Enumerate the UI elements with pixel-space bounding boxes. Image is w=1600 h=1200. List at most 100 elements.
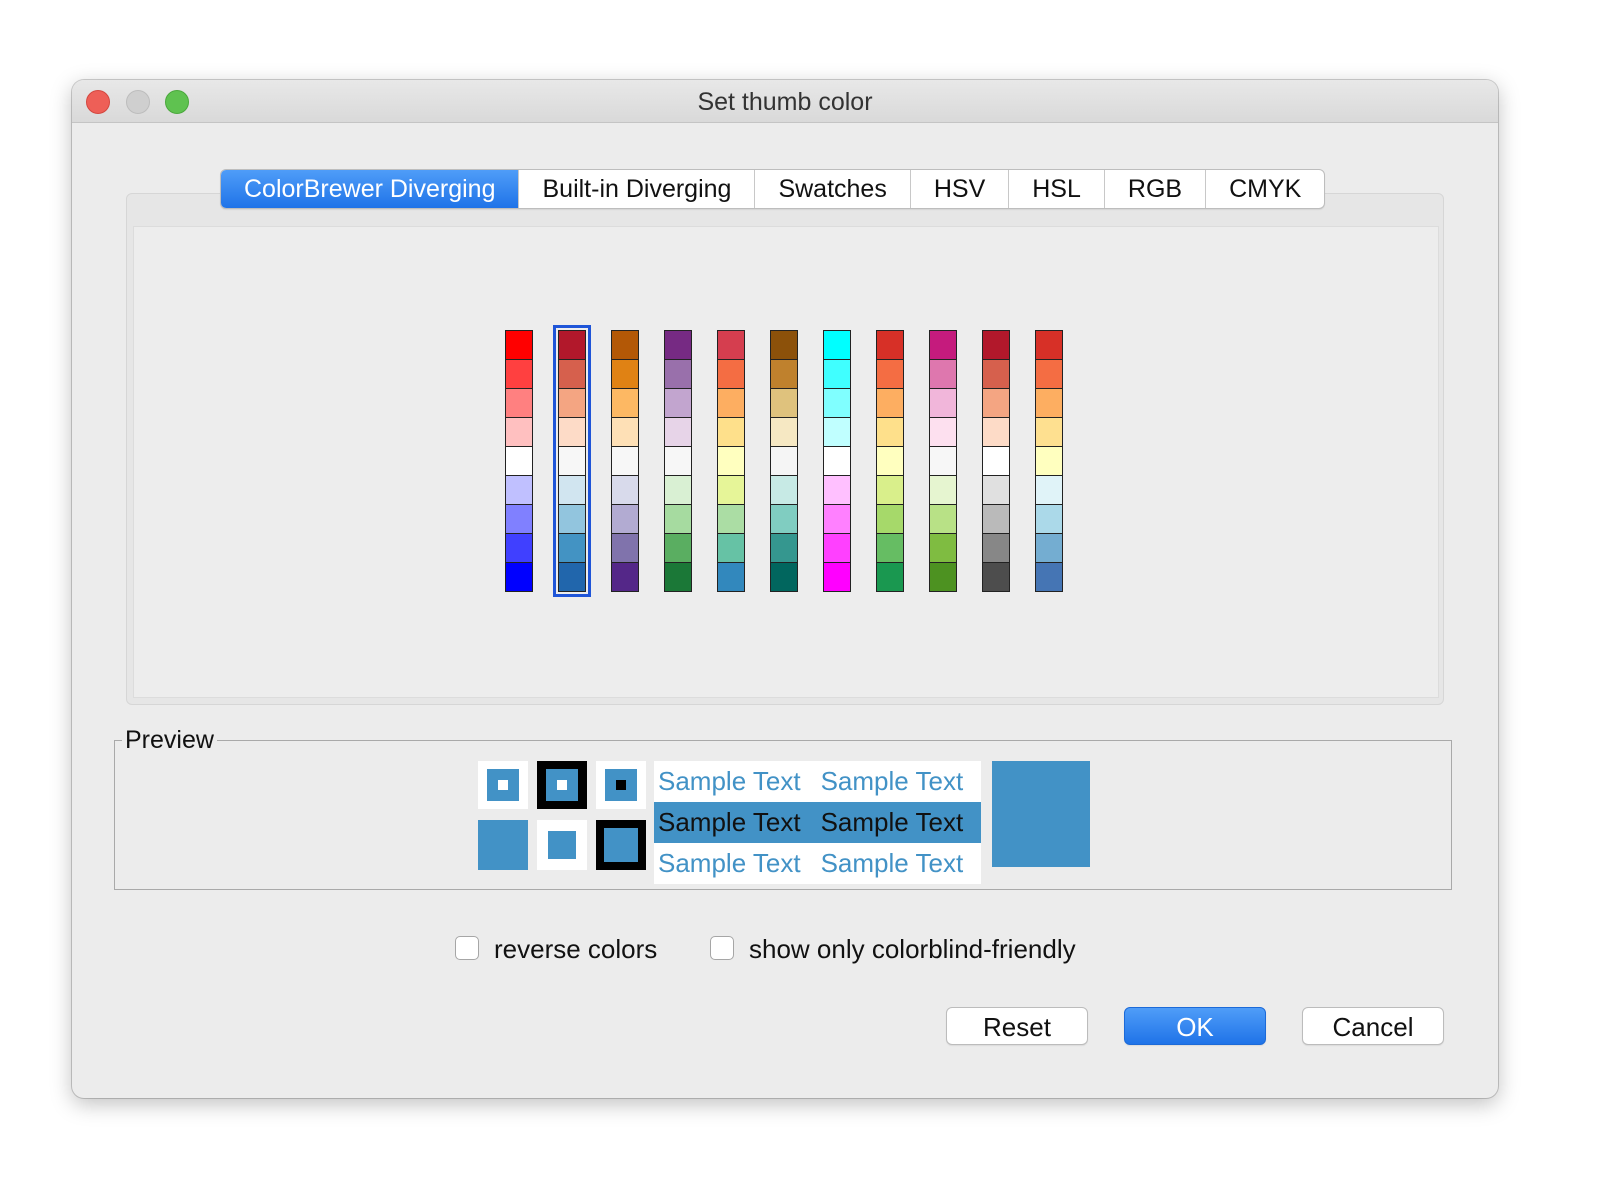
tab-colorbrewer-diverging[interactable]: ColorBrewer Diverging bbox=[221, 170, 520, 208]
palette-color-cell bbox=[930, 563, 956, 591]
palette-color-cell bbox=[930, 476, 956, 505]
palette-color-cell bbox=[559, 447, 585, 476]
palette-color-cell bbox=[1036, 505, 1062, 534]
palette-color-cell bbox=[983, 534, 1009, 563]
reset-button[interactable]: Reset bbox=[946, 1007, 1088, 1045]
palette-color-cell bbox=[771, 476, 797, 505]
palette-column-4[interactable] bbox=[664, 330, 692, 592]
palette-color-cell bbox=[612, 418, 638, 447]
palette-color-cell bbox=[1036, 563, 1062, 591]
palette-color-cell bbox=[559, 418, 585, 447]
palette-color-cell bbox=[718, 563, 744, 591]
palette-color-cell bbox=[771, 534, 797, 563]
colorblind-friendly-checkbox[interactable] bbox=[710, 936, 734, 960]
palette-color-cell bbox=[1036, 360, 1062, 389]
palette-color-cell bbox=[1036, 476, 1062, 505]
thumb-preview-5 bbox=[537, 820, 587, 870]
palette-color-cell bbox=[612, 505, 638, 534]
sample-text: Sample Text bbox=[820, 848, 964, 878]
palette-color-cell bbox=[824, 418, 850, 447]
palette-color-cell bbox=[718, 476, 744, 505]
thumb-preview-3-fill bbox=[605, 769, 637, 801]
palette-color-cell bbox=[665, 360, 691, 389]
tab-cmyk[interactable]: CMYK bbox=[1206, 170, 1324, 208]
palette-column-8[interactable] bbox=[876, 330, 904, 592]
palette-color-cell bbox=[824, 563, 850, 591]
palette-color-cell bbox=[1036, 447, 1062, 476]
palette-color-cell bbox=[824, 534, 850, 563]
palette-color-cell bbox=[930, 389, 956, 418]
color-swatch-large bbox=[992, 761, 1090, 867]
tab-hsl[interactable]: HSL bbox=[1009, 170, 1105, 208]
thumb-preview-2 bbox=[537, 761, 587, 809]
palette-color-cell bbox=[612, 331, 638, 360]
thumb-preview-1-fill bbox=[487, 769, 519, 801]
colorblind-friendly-label[interactable]: show only colorblind-friendly bbox=[749, 934, 1076, 965]
palette-color-cell bbox=[877, 534, 903, 563]
tab-swatches[interactable]: Swatches bbox=[755, 170, 911, 208]
palette-color-cell bbox=[771, 505, 797, 534]
palette-color-cell bbox=[506, 534, 532, 563]
palette-color-cell bbox=[983, 331, 1009, 360]
palette-column-3[interactable] bbox=[611, 330, 639, 592]
palette-color-cell bbox=[1036, 389, 1062, 418]
palette-color-cell bbox=[930, 360, 956, 389]
palette-color-cell bbox=[930, 534, 956, 563]
reverse-colors-checkbox[interactable] bbox=[455, 936, 479, 960]
sample-row-plain: Sample Text Sample Text bbox=[654, 761, 981, 802]
preview-legend: Preview bbox=[122, 726, 217, 755]
thumb-preview-2-fill bbox=[546, 769, 578, 801]
palette-color-cell bbox=[665, 447, 691, 476]
palette-column-1[interactable] bbox=[505, 330, 533, 592]
palette-column-6[interactable] bbox=[770, 330, 798, 592]
dialog-window: Set thumb color ColorBrewer Diverging Bu… bbox=[72, 80, 1498, 1098]
sample-text: Sample Text bbox=[820, 807, 964, 837]
palette-column-9[interactable] bbox=[929, 330, 957, 592]
palette-color-cell bbox=[771, 360, 797, 389]
palette-color-cell bbox=[612, 360, 638, 389]
palette-color-cell bbox=[771, 331, 797, 360]
palette-color-cell bbox=[665, 534, 691, 563]
palette-color-cell bbox=[506, 476, 532, 505]
palette-column-7[interactable] bbox=[823, 330, 851, 592]
sample-text: Sample Text bbox=[658, 848, 801, 878]
palette-color-cell bbox=[983, 389, 1009, 418]
palette-color-cell bbox=[506, 360, 532, 389]
palette-color-cell bbox=[506, 447, 532, 476]
thumb-preview-3-center bbox=[616, 780, 626, 790]
sample-row-plain: Sample Text Sample Text bbox=[654, 843, 981, 884]
palette-color-cell bbox=[665, 563, 691, 591]
thumb-preview-2-center bbox=[557, 780, 567, 790]
palette-column-2[interactable] bbox=[553, 325, 591, 597]
tab-rgb[interactable]: RGB bbox=[1105, 170, 1207, 208]
palette-color-cell bbox=[559, 563, 585, 591]
palette-color-cell bbox=[877, 476, 903, 505]
palette-column-5[interactable] bbox=[717, 330, 745, 592]
palette-color-cell bbox=[1036, 418, 1062, 447]
ok-button[interactable]: OK bbox=[1124, 1007, 1266, 1045]
tab-built-in-diverging[interactable]: Built-in Diverging bbox=[519, 170, 756, 208]
palette-color-cell bbox=[824, 447, 850, 476]
cancel-button[interactable]: Cancel bbox=[1302, 1007, 1444, 1045]
palette-color-cell bbox=[824, 505, 850, 534]
palette-column-10[interactable] bbox=[982, 330, 1010, 592]
reverse-colors-label[interactable]: reverse colors bbox=[494, 934, 657, 965]
palette-color-cell bbox=[771, 563, 797, 591]
palette-column-11[interactable] bbox=[1035, 330, 1063, 592]
palette-color-cell bbox=[930, 505, 956, 534]
thumb-preview-5-fill bbox=[548, 831, 576, 859]
tab-bar: ColorBrewer Diverging Built-in Diverging… bbox=[220, 169, 1326, 209]
palette-color-cell bbox=[877, 563, 903, 591]
palette-color-cell bbox=[771, 389, 797, 418]
title-bar[interactable]: Set thumb color bbox=[72, 80, 1498, 123]
thumb-preview-6-fill bbox=[604, 828, 638, 862]
palette-color-cell bbox=[877, 505, 903, 534]
palette-color-cell bbox=[718, 360, 744, 389]
palette-color-cell bbox=[824, 389, 850, 418]
palette-color-cell bbox=[877, 447, 903, 476]
palette-color-cell bbox=[718, 389, 744, 418]
palette-color-cell bbox=[877, 389, 903, 418]
tab-hsv[interactable]: HSV bbox=[911, 170, 1010, 208]
palette-color-cell bbox=[718, 331, 744, 360]
sample-text: Sample Text bbox=[820, 766, 964, 796]
